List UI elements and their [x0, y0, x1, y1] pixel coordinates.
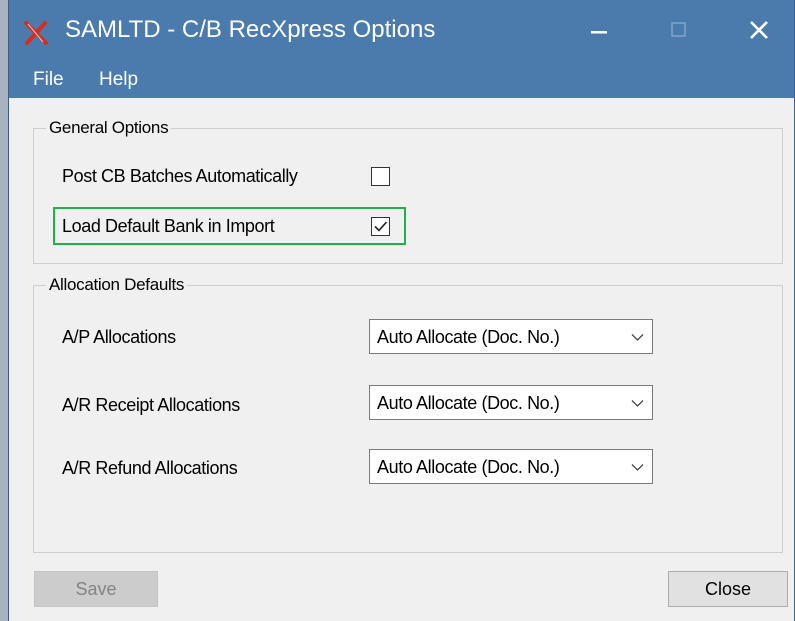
menu-help[interactable]: Help	[95, 69, 142, 91]
window-title: SAMLTD - C/B RecXpress Options	[65, 16, 436, 43]
chevron-down-icon	[631, 334, 644, 341]
ap-allocations-label: A/P Allocations	[62, 327, 176, 347]
checkmark-icon	[374, 221, 388, 232]
ar-receipt-allocations-label: A/R Receipt Allocations	[62, 395, 240, 415]
chevron-down-icon	[631, 400, 644, 407]
minimize-icon	[591, 31, 607, 34]
app-icon	[23, 20, 49, 46]
ap-allocations-select[interactable]: Auto Allocate (Doc. No.)	[369, 319, 653, 354]
minimize-button[interactable]	[575, 8, 623, 52]
post-batches-checkbox[interactable]	[371, 167, 390, 186]
ar-refund-allocations-value: Auto Allocate (Doc. No.)	[377, 457, 560, 477]
maximize-button[interactable]	[655, 8, 703, 52]
close-button[interactable]: Close	[668, 571, 788, 607]
general-options-legend: General Options	[46, 118, 172, 138]
ar-refund-allocations-label: A/R Refund Allocations	[62, 458, 238, 478]
ar-receipt-allocations-select[interactable]: Auto Allocate (Doc. No.)	[369, 385, 653, 420]
allocation-defaults-legend: Allocation Defaults	[46, 275, 188, 295]
menu-bar: File Help	[9, 64, 794, 98]
save-button[interactable]: Save	[34, 571, 158, 607]
menu-file[interactable]: File	[29, 69, 68, 91]
options-window: SAMLTD - C/B RecXpress Options File Help…	[8, 0, 795, 621]
load-bank-label: Load Default Bank in Import	[62, 216, 275, 236]
load-bank-checkbox[interactable]	[371, 217, 390, 236]
ar-receipt-allocations-value: Auto Allocate (Doc. No.)	[377, 393, 560, 413]
maximize-icon	[671, 22, 686, 37]
ap-allocations-value: Auto Allocate (Doc. No.)	[377, 327, 560, 347]
close-window-button[interactable]	[735, 8, 783, 52]
close-icon	[750, 21, 768, 39]
title-bar[interactable]: SAMLTD - C/B RecXpress Options	[9, 0, 794, 64]
ar-refund-allocations-select[interactable]: Auto Allocate (Doc. No.)	[369, 449, 653, 484]
chevron-down-icon	[631, 464, 644, 471]
post-batches-label: Post CB Batches Automatically	[62, 166, 298, 186]
